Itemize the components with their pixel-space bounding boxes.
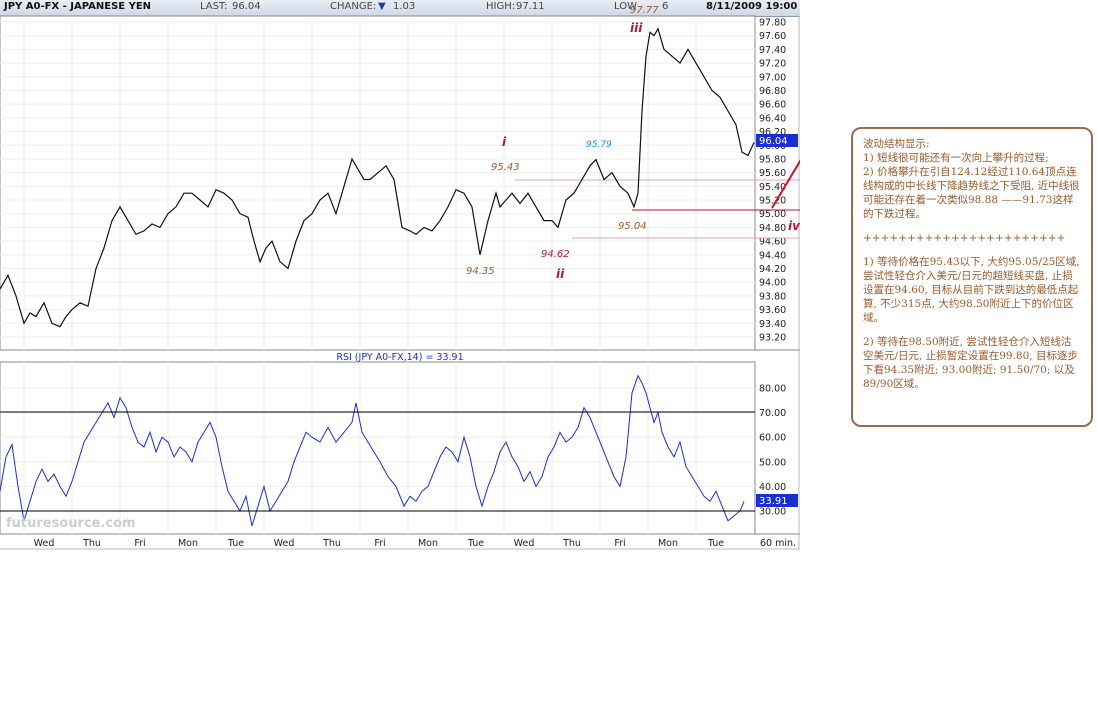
x-tick-label: Thu <box>562 538 581 549</box>
price-y-tick: 96.80 <box>759 86 786 97</box>
chart-panel: JPY A0-FX - JAPANESE YEN LAST: 96.04 CHA… <box>0 0 800 550</box>
x-tick-label: Wed <box>514 538 535 549</box>
rsi-y-tick: 80.00 <box>759 384 786 395</box>
note-p3: 1) 等待价格在95.43以下, 大约95.05/25区域, 尝试性轻仓介入美元… <box>863 256 1080 324</box>
x-tick-label: Fri <box>614 538 625 549</box>
x-tick-label: Wed <box>274 538 295 549</box>
wave-iv-label: iv <box>788 219 800 233</box>
price-y-tick: 97.40 <box>759 45 786 56</box>
price-y-tick: 97.20 <box>759 59 786 70</box>
x-tick-label: Tue <box>227 538 244 549</box>
price-y-tick: 95.80 <box>759 154 786 165</box>
interval-label: 60 min. <box>760 538 796 549</box>
x-tick-label: Mon <box>418 538 438 549</box>
chart-svg: 97.80 97.60 97.40 97.20 97.00 96.80 96.60 96.40… <box>0 5 800 550</box>
rsi-y-tick: 30.00 <box>759 507 786 518</box>
price-y-tick: 96.60 <box>759 100 786 111</box>
watermark: futuresource.com <box>6 516 136 531</box>
x-axis-labels: Wed Thu Fri Mon Tue Wed Thu Fri Mon Tue Wed Thu Fri M… <box>34 538 796 549</box>
price-y-tick: 93.40 <box>759 319 786 330</box>
price-y-tick: 95.20 <box>759 196 786 207</box>
level-label-9504: 95.04 <box>618 221 647 232</box>
rsi-y-tick: 70.00 <box>759 408 786 419</box>
note-p2: 2) 价格攀升在引自124.12经过110.64顶点连线构成的中长线下降趋势线之… <box>863 166 1080 220</box>
wave-iii-label: iii <box>630 21 643 35</box>
x-tick-label: Tue <box>467 538 484 549</box>
x-tick-label: Thu <box>82 538 101 549</box>
level-label-9435: 94.35 <box>466 266 495 277</box>
wave-ii-label: ii <box>556 267 565 281</box>
price-y-tick: 93.60 <box>759 305 786 316</box>
x-tick-label: Fri <box>134 538 145 549</box>
price-y-tick: 94.80 <box>759 223 786 234</box>
price-y-tick: 93.20 <box>759 333 786 344</box>
rsi-y-tick: 60.00 <box>759 433 786 444</box>
price-y-tick: 97.60 <box>759 31 786 42</box>
price-y-tick: 95.60 <box>759 168 786 179</box>
x-tick-label: Wed <box>34 538 55 549</box>
note-p4: 2) 等待在98.50附近, 尝试性轻仓介入短线沽空美元/日元, 止损暂定设置在… <box>863 336 1078 390</box>
analysis-note: 波动结构显示: 1) 短线很可能还有一次向上攀升的过程; 2) 价格攀升在引自1… <box>851 127 1093 427</box>
price-y-tick: 96.40 <box>759 113 786 124</box>
level-label-9777: 97.77 <box>630 5 659 16</box>
rsi-y-tick: 40.00 <box>759 482 786 493</box>
price-y-tick: 97.80 <box>759 18 786 29</box>
level-label-9543: 95.43 <box>491 162 520 173</box>
x-tick-label: Mon <box>178 538 198 549</box>
note-title: 波动结构显示: <box>863 138 930 150</box>
price-plot-frame <box>0 15 756 351</box>
rsi-title: RSI (JPY A0-FX,14) = 33.91 <box>336 352 463 363</box>
rsi-y-tick: 50.00 <box>759 457 786 468</box>
x-tick-label: Fri <box>374 538 385 549</box>
price-y-tick: 95.00 <box>759 209 786 220</box>
price-y-tick: 94.20 <box>759 264 786 275</box>
x-tick-label: Tue <box>707 538 724 549</box>
x-tick-label: Thu <box>322 538 341 549</box>
note-divider: +++++++++++++++++++++++ <box>863 232 1066 244</box>
rsi-last-tag: 33.91 <box>759 496 788 507</box>
price-y-tick: 94.00 <box>759 278 786 289</box>
price-y-tick: 94.40 <box>759 250 786 261</box>
note-p1: 1) 短线很可能还有一次向上攀升的过程; <box>863 152 1049 164</box>
price-last-tag: 96.04 <box>759 136 788 147</box>
price-y-tick: 97.00 <box>759 72 786 83</box>
level-label-9462: 94.62 <box>541 249 570 260</box>
x-tick-label: Mon <box>658 538 678 549</box>
level-label-9579: 95.79 <box>586 140 612 150</box>
price-y-tick: 93.80 <box>759 291 786 302</box>
